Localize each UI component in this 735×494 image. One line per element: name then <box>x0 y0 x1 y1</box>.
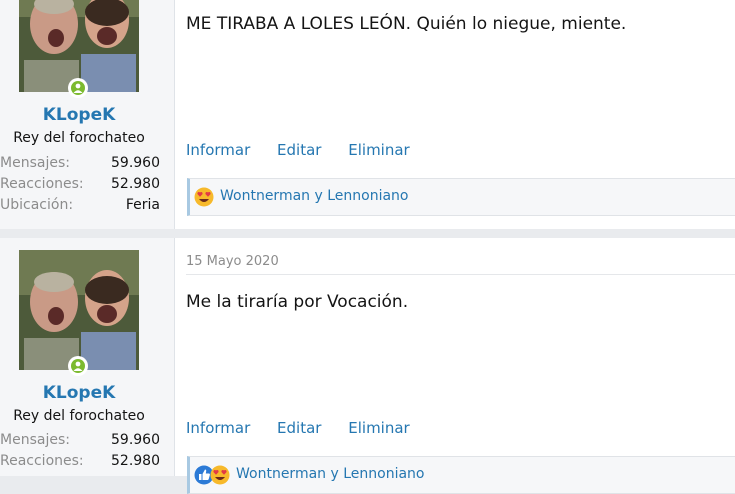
post-actions: Informar Editar Eliminar <box>186 141 432 159</box>
stat-label: Reacciones: <box>0 176 84 192</box>
reactions-users[interactable]: Wontnerman y Lennoniano <box>236 466 424 482</box>
author-title: Rey del forochateo <box>13 408 145 424</box>
stat-value: 59.960 <box>111 155 160 171</box>
edit-link[interactable]: Editar <box>277 419 321 437</box>
report-link[interactable]: Informar <box>186 141 250 159</box>
reactions-bar[interactable]: Wontnerman y Lennoniano <box>187 456 735 494</box>
stat-value: Feria <box>125 197 160 213</box>
stat-label: Ubicación: <box>0 197 74 213</box>
post-2: KLopeK Rey del forochateo Mensajes: 59.9… <box>0 238 735 494</box>
online-status-icon <box>68 78 88 98</box>
stat-value: 52.980 <box>111 176 160 192</box>
stat-messages: Mensajes: 59.960 <box>0 155 160 176</box>
post-message: ME TIRABA A LOLES LEÓN. Quién lo niegue,… <box>186 14 627 34</box>
stat-reactions: Reacciones: 52.980 <box>0 176 160 197</box>
reaction-icons <box>194 465 230 485</box>
divider <box>186 274 735 275</box>
stat-reactions: Reacciones: 52.980 <box>0 453 160 474</box>
stat-messages: Mensajes: 59.960 <box>0 432 160 453</box>
stat-value: 59.960 <box>111 432 160 448</box>
heart-eyes-emoji-icon <box>210 465 230 485</box>
post-1: KLopeK Rey del forochateo Mensajes: 59.9… <box>0 0 735 229</box>
avatar[interactable] <box>19 250 139 370</box>
delete-link[interactable]: Eliminar <box>348 419 409 437</box>
stat-label: Mensajes: <box>0 155 70 171</box>
reaction-icons <box>194 187 214 207</box>
heart-eyes-emoji-icon <box>194 187 214 207</box>
online-status-icon <box>68 356 88 376</box>
reactions-bar[interactable]: Wontnerman y Lennoniano <box>187 178 735 216</box>
report-link[interactable]: Informar <box>186 419 250 437</box>
stat-value: 52.980 <box>111 453 160 469</box>
post-message: Me la tiraría por Vocación. <box>186 292 409 312</box>
author-username[interactable]: KLopeK <box>0 383 158 403</box>
stat-label: Reacciones: <box>0 453 84 469</box>
author-username[interactable]: KLopeK <box>0 105 158 125</box>
delete-link[interactable]: Eliminar <box>348 141 409 159</box>
post-actions: Informar Editar Eliminar <box>186 419 432 437</box>
edit-link[interactable]: Editar <box>277 141 321 159</box>
post-author-sidebar: KLopeK Rey del forochateo Mensajes: 59.9… <box>0 0 175 229</box>
reactions-users[interactable]: Wontnerman y Lennoniano <box>220 188 408 204</box>
stat-label: Mensajes: <box>0 432 70 448</box>
stat-location: Ubicación: Feria <box>0 197 160 218</box>
post-date[interactable]: 15 Mayo 2020 <box>186 254 279 269</box>
author-title: Rey del forochateo <box>13 130 145 146</box>
post-author-sidebar: KLopeK Rey del forochateo Mensajes: 59.9… <box>0 238 175 476</box>
